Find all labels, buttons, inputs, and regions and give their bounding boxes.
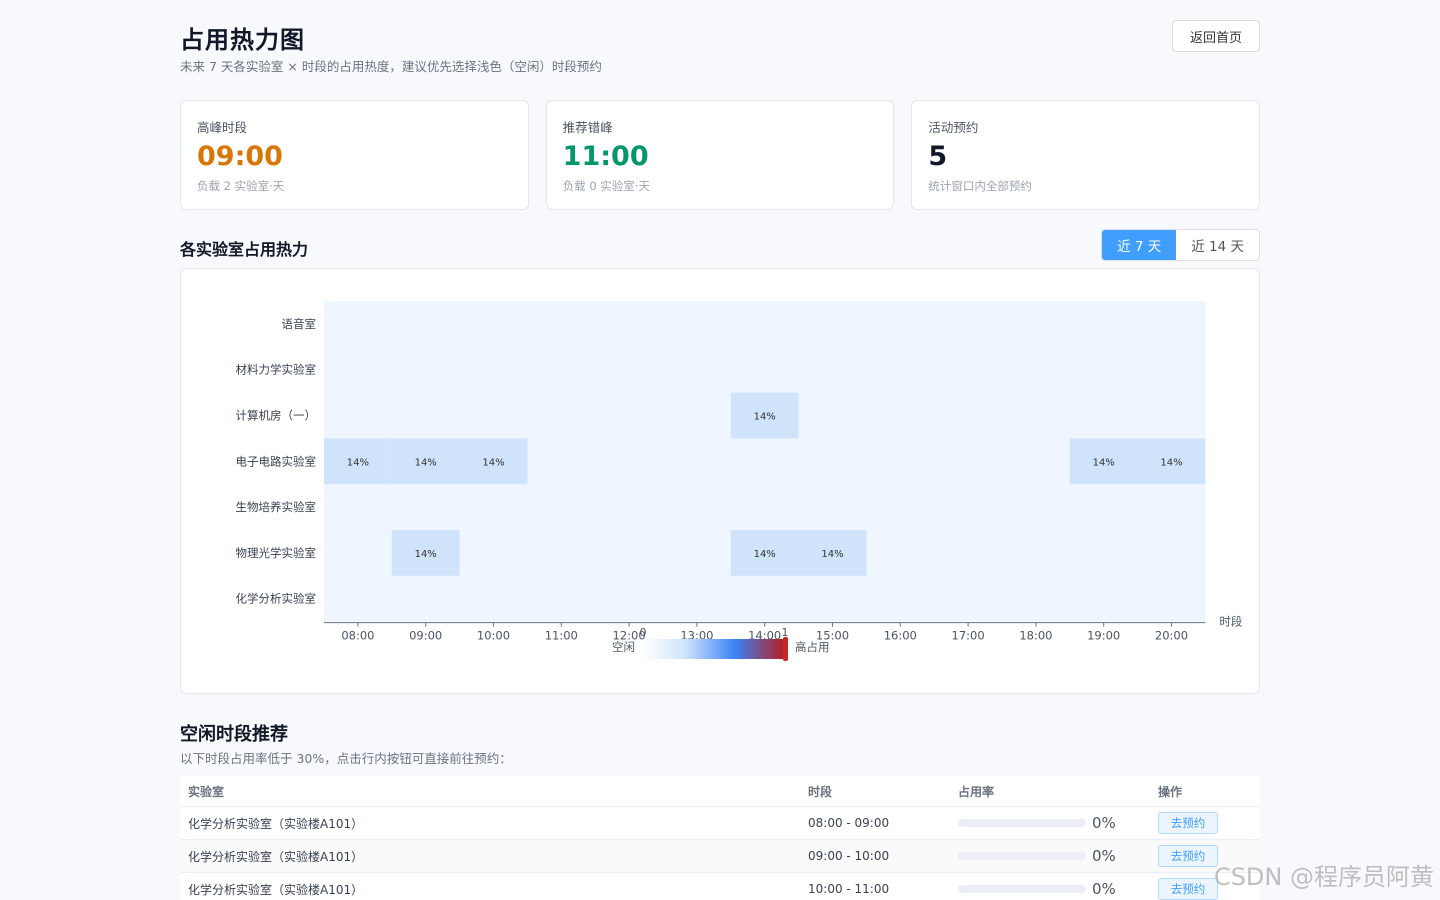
free-slots-title: 空闲时段推荐 [180,724,288,745]
page-subtitle: 未来 7 天各实验室 × 时段的占用热度，建议优先选择浅色（空闲）时段预约 [180,59,602,74]
table-row: 化学分析实验室（实验楼A101） 08:00 - 09:00 0% 去预约 [180,807,1260,840]
heatmap-chart: 14% 14% 14% 14% 14% 14% 14% 14% 14% 语音室材料力学实验室计算机… [236,301,1243,661]
x-axis-label: 18:00 [1019,629,1052,643]
cell-lab: 化学分析实验室（实验楼A101） [188,816,364,831]
heatmap-cell-label: 14% [415,549,437,560]
x-axis-label: 17:00 [952,629,985,643]
visual-map-min-label: 0 [640,626,647,639]
stat-card-offpeak: 推荐错峰 11:00 负载 0 实验室·天 [545,100,895,210]
page: 占用热力图 未来 7 天各实验室 × 时段的占用热度，建议优先选择浅色（空闲）时… [0,0,1440,900]
visual-map-max-label: 1 [782,626,789,639]
cell-lab: 化学分析实验室（实验楼A101） [188,849,364,864]
book-button[interactable]: 去预约 [1158,878,1218,900]
table-row: 化学分析实验室（实验楼A101） 09:00 - 10:00 0% 去预约 [180,840,1260,873]
x-axis-label: 10:00 [477,629,510,643]
watermark: CSDN @程序员阿黄 [1213,863,1434,891]
col-header-rate: 占用率 [958,784,995,799]
stat-card-label: 高峰时段 [197,120,248,135]
table-header: 实验室 时段 占用率 操作 [180,776,1260,807]
range-7-days-button[interactable]: 近 7 天 [1102,230,1177,260]
y-axis-label: 生物培养实验室 [236,500,317,514]
heatmap-cell-label: 14% [754,549,776,560]
visual-map-bar [643,639,785,659]
x-axis-title: 时段 [1219,615,1242,629]
free-slots-table: 实验室 时段 占用率 操作 化学分析实验室（实验楼A101） 08:00 - 0… [180,776,1260,900]
y-axis-label: 化学分析实验室 [236,592,317,606]
cell-rate: 0% [950,880,1150,898]
heatmap-cell-label: 14% [1160,457,1182,468]
x-axis-label: 16:00 [884,629,917,643]
back-home-button[interactable]: 返回首页 [1172,20,1260,52]
y-axis-label: 材料力学实验室 [236,363,317,377]
cell-slot: 09:00 - 10:00 [808,849,890,863]
visual-map-low-text: 空闲 [612,640,635,654]
book-button[interactable]: 去预约 [1158,845,1218,867]
stat-card-note: 负载 0 实验室·天 [562,179,650,193]
heatmap-cell-label: 14% [415,457,437,468]
rate-label: 0% [1092,880,1116,898]
x-axis-label: 08:00 [341,629,374,643]
heatmap-section-title: 各实验室占用热力 [180,240,309,259]
col-header-slot: 时段 [808,784,833,799]
table-row: 化学分析实验室（实验楼A101） 10:00 - 11:00 0% 去预约 [180,873,1260,900]
stat-card-value: 5 [928,141,948,172]
range-toggle: 近 7 天 近 14 天 [1101,229,1260,261]
heatmap-cell-label: 14% [347,457,369,468]
stat-card-label: 推荐错峰 [562,120,613,135]
stat-card-peak: 高峰时段 09:00 负载 2 实验室·天 [180,100,529,210]
heatmap-cell-label: 14% [482,457,504,468]
visual-map-handle [783,637,788,661]
cell-rate: 0% [950,847,1150,865]
x-axis-label: 19:00 [1087,629,1120,643]
y-axis-label: 语音室 [282,317,317,331]
y-axis-label: 物理光学实验室 [236,546,317,560]
stat-card-value: 09:00 [197,141,283,172]
rate-bar [958,819,1086,827]
rate-label: 0% [1092,814,1116,832]
y-axis-label: 电子电路实验室 [236,454,317,468]
cell-slot: 08:00 - 09:00 [808,816,890,830]
cell-slot: 10:00 - 11:00 [808,882,890,896]
book-button[interactable]: 去预约 [1158,812,1218,834]
rate-bar [958,852,1086,860]
rate-bar [958,885,1086,893]
y-axis-label: 计算机房（一） [236,409,317,423]
heatmap-panel: 14% 14% 14% 14% 14% 14% 14% 14% 14% 语音室材料力学实验室 计算机… [180,268,1260,694]
cell-action: 去预约 [1150,812,1260,834]
x-axis-label: 20:00 [1155,629,1188,643]
stat-card-note: 负载 2 实验室·天 [197,179,285,193]
stat-card-note: 统计窗口内全部预约 [928,179,1032,193]
cell-rate: 0% [950,814,1150,832]
x-axis-label: 11:00 [545,629,578,643]
stat-card-active: 活动预约 5 统计窗口内全部预约 [911,100,1261,210]
heatmap-cell-label: 14% [1093,457,1115,468]
page-title: 占用热力图 [180,26,305,54]
visual-map-high-text: 高占用 [795,640,830,654]
free-slots-desc: 以下时段占用率低于 30%，点击行内按钮可直接前往预约： [180,751,512,766]
stat-card-label: 活动预约 [928,120,979,135]
rate-label: 0% [1092,847,1116,865]
stat-card-value: 11:00 [562,141,649,172]
heatmap-cell-label: 14% [754,412,776,423]
heatmap-cell-label: 14% [821,549,843,560]
col-header-action: 操作 [1158,784,1183,799]
col-header-lab: 实验室 [188,784,225,799]
stat-cards: 高峰时段 09:00 负载 2 实验室·天 推荐错峰 11:00 负载 0 实验… [180,100,1261,210]
x-axis-label: 09:00 [409,629,442,643]
cell-lab: 化学分析实验室（实验楼A101） [188,882,364,897]
range-14-days-button[interactable]: 近 14 天 [1176,230,1259,260]
